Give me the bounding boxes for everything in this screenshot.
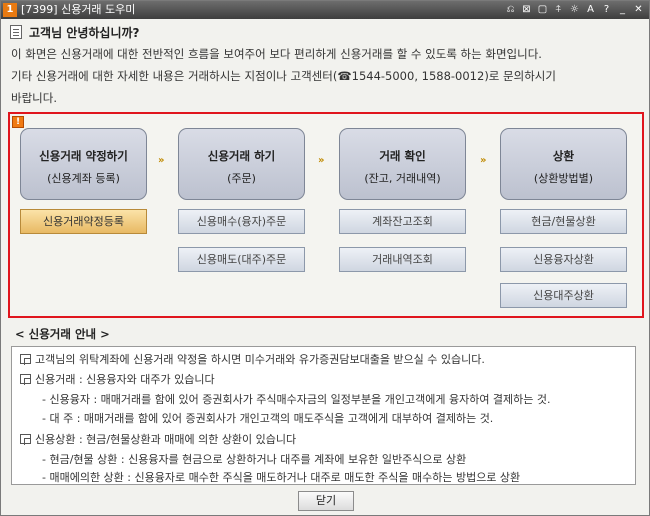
- cash-stock-repay-button[interactable]: 현금/현물상환: [500, 209, 627, 234]
- guide-title: < 신용거래 안내 >: [15, 327, 110, 341]
- step-trade: 신용거래 하기 (주문): [178, 128, 305, 200]
- step-title: 거래 확인: [379, 149, 426, 163]
- font-icon[interactable]: A: [584, 2, 597, 18]
- guide-line: - 신용융자 : 매매거래를 함에 있어 증권회사가 주식매수자금의 일정부분을…: [42, 393, 551, 406]
- flow-arrow-icon: »: [158, 155, 165, 166]
- guide-text: 고객님의 위탁계좌에 신용거래 약정을 하시면 미수거래와 유가증권담보대출을 …: [35, 353, 485, 366]
- step-subtitle: (신용계좌 등록): [47, 172, 120, 185]
- intro-line: 기타 신용거래에 대한 자세한 내용은 거래하시는 지점이나 고객센터(☎154…: [11, 69, 556, 83]
- guide-text: 신용상환 : 현금/현물상환과 매매에 의한 상환이 있습니다: [35, 433, 297, 446]
- mouse-icon[interactable]: ⎌: [504, 2, 517, 18]
- trade-history-button[interactable]: 거래내역조회: [339, 247, 466, 272]
- step-subtitle: (잔고, 거래내역): [364, 172, 441, 185]
- step-agreement: 신용거래 약정하기 (신용계좌 등록): [20, 128, 147, 200]
- credit-helper-window: 1 [7399] 신용거래 도우미 ⎌ ⊠ ▢ ⍏ ☼ A ? _ ✕ 고객님 …: [0, 0, 650, 516]
- bullet-icon: [20, 434, 31, 445]
- window-title: [7399] 신용거래 도우미: [21, 3, 136, 16]
- step-subtitle: (주문): [227, 172, 256, 185]
- step-title: 신용거래 하기: [207, 149, 276, 163]
- guide-line: - 대 주 : 매매거래를 함에 있어 증권회사가 개인고객의 매도주식을 고객…: [42, 412, 494, 425]
- credit-agreement-register-button[interactable]: 신용거래약정등록: [20, 209, 147, 234]
- intro-line: 바랍니다.: [11, 91, 57, 105]
- step-subtitle: (상환방법별): [533, 172, 594, 185]
- credit-buy-order-button[interactable]: 신용매수(융자)주문: [178, 209, 305, 234]
- brightness-icon[interactable]: ☼: [568, 2, 581, 18]
- step-confirm: 거래 확인 (잔고, 거래내역): [339, 128, 466, 200]
- guide-panel: 고객님의 위탁계좌에 신용거래 약정을 하시면 미수거래와 유가증권담보대출을 …: [11, 346, 636, 485]
- step-title: 신용거래 약정하기: [39, 149, 128, 163]
- step-title: 상환: [552, 149, 575, 163]
- intro-line: 이 화면은 신용거래에 대한 전반적인 흐름을 보여주어 보다 편리하게 신용거…: [11, 47, 542, 61]
- bullet-icon: [20, 354, 31, 365]
- guide-line: 신용상환 : 현금/현물상환과 매매에 의한 상환이 있습니다: [20, 431, 296, 449]
- guide-text: 신용거래 : 신용융자와 대주가 있습니다: [35, 373, 215, 386]
- bullet-icon: [20, 374, 31, 385]
- app-badge-icon: 1: [3, 3, 17, 17]
- account-balance-button[interactable]: 계좌잔고조회: [339, 209, 466, 234]
- close-icon[interactable]: ✕: [632, 2, 645, 18]
- guide-line: 고객님의 위탁계좌에 신용거래 약정을 하시면 미수거래와 유가증권담보대출을 …: [20, 351, 485, 369]
- help-icon[interactable]: ?: [600, 2, 613, 18]
- document-icon: [10, 25, 22, 39]
- minimize-icon[interactable]: _: [616, 2, 629, 18]
- credit-loan-repay-button[interactable]: 신용융자상환: [500, 247, 627, 272]
- credit-flow-panel: ! 신용거래 약정하기 (신용계좌 등록) » 신용거래 하기 (주문) » 거…: [8, 112, 644, 318]
- alert-badge-icon: !: [12, 116, 24, 128]
- guide-line: - 현금/현물 상환 : 신용융자를 현금으로 상환하거나 대주를 계좌에 보유…: [42, 453, 467, 466]
- title-bar: 1 [7399] 신용거래 도우미 ⎌ ⊠ ▢ ⍏ ☼ A ? _ ✕: [1, 1, 649, 19]
- close-button[interactable]: 닫기: [298, 491, 354, 511]
- greeting-title: 고객님 안녕하십니까?: [29, 26, 140, 40]
- guide-line: 신용거래 : 신용융자와 대주가 있습니다: [20, 371, 215, 389]
- title-bar-icons: ⎌ ⊠ ▢ ⍏ ☼ A ? _ ✕: [504, 2, 645, 18]
- credit-stock-loan-repay-button[interactable]: 신용대주상환: [500, 283, 627, 308]
- credit-sell-order-button[interactable]: 신용매도(대주)주문: [178, 247, 305, 272]
- flow-arrow-icon: »: [318, 155, 325, 166]
- step-repay: 상환 (상환방법별): [500, 128, 627, 200]
- close-box-icon[interactable]: ⊠: [520, 2, 533, 18]
- copy-icon[interactable]: ▢: [536, 2, 549, 18]
- guide-line: - 매매에의한 상환 : 신용융자로 매수한 주식을 매도하거나 대주로 매도한…: [42, 471, 521, 484]
- pin-icon[interactable]: ⍏: [552, 2, 565, 18]
- flow-arrow-icon: »: [480, 155, 487, 166]
